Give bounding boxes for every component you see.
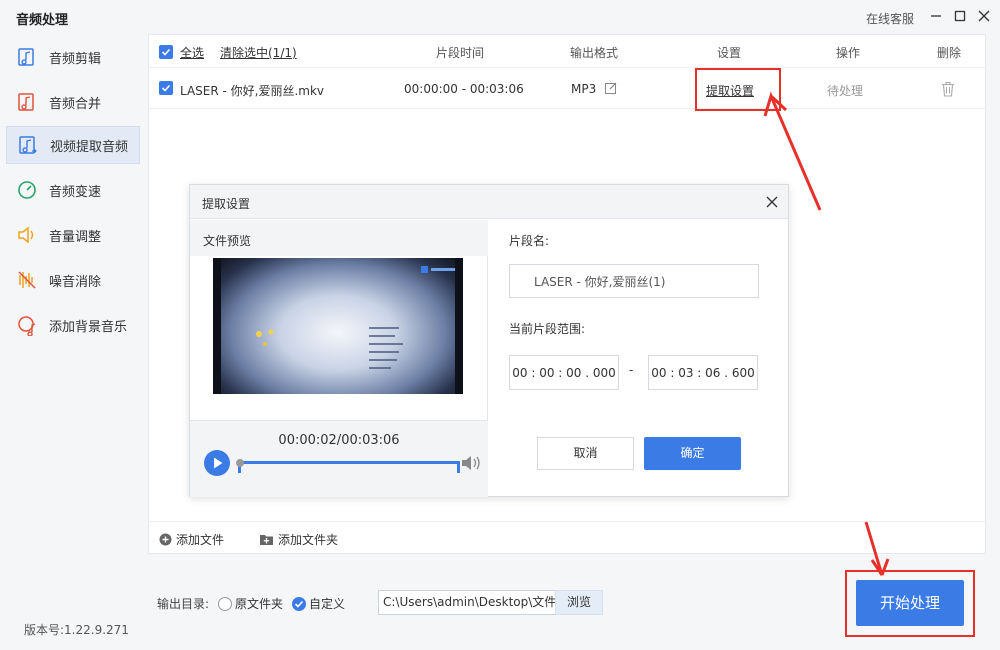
column-settings: 设置: [717, 46, 742, 60]
playback-time: 00:00:02/00:03:06: [278, 433, 400, 448]
select-all-checkbox[interactable]: [159, 45, 173, 59]
column-output-format: 输出格式: [570, 46, 619, 60]
add-bar: 添加文件 添加文件夹: [148, 521, 986, 554]
start-process-button[interactable]: 开始处理: [856, 580, 964, 626]
audio-cut-icon: [15, 45, 39, 69]
row-checkbox[interactable]: [159, 81, 173, 95]
preview-panel: 文件预览 00:00:02/00:03:06: [190, 220, 488, 497]
file-name: LASER - 你好,爱丽丝.mkv: [180, 84, 325, 98]
close-icon[interactable]: [976, 8, 992, 24]
extract-settings-dialog: 提取设置 文件预览 00:00:02/00:03:06 片段名: LASER -…: [189, 184, 789, 497]
music-note-icon: [15, 313, 39, 337]
player-bar: 00:00:02/00:03:06: [190, 420, 488, 497]
video-overlay-lines: [369, 327, 403, 369]
minimize-icon[interactable]: [928, 8, 944, 24]
table-row: LASER - 你好,爱丽丝.mkv 00:00:00 - 00:03:06 M…: [149, 69, 985, 109]
column-delete: 删除: [937, 46, 962, 60]
sidebar-item-audio-merge[interactable]: 音频合并: [6, 83, 140, 121]
radio-custom-folder[interactable]: 自定义: [292, 595, 345, 612]
preview-label: 文件预览: [190, 220, 488, 256]
sidebar-item-audio-speed[interactable]: 音频变速: [6, 171, 140, 209]
volume-icon: [15, 223, 39, 247]
sidebar-item-video-extract-audio[interactable]: 视频提取音频: [6, 126, 140, 164]
add-folder-button[interactable]: 添加文件夹: [259, 531, 338, 548]
output-dir-label: 输出目录:: [157, 597, 210, 611]
noise-icon: [15, 268, 39, 292]
radio-dot-checked: [292, 596, 306, 611]
status-text: 待处理: [827, 84, 864, 98]
version-label: 版本号:1.22.9.271: [24, 623, 129, 637]
video-extract-audio-icon: [16, 133, 40, 157]
dialog-header: 提取设置: [190, 185, 788, 219]
cancel-button[interactable]: 取消: [537, 437, 634, 470]
progress-track[interactable]: [238, 461, 460, 464]
play-button[interactable]: [204, 450, 230, 476]
column-segment-time: 片段时间: [436, 46, 485, 60]
play-icon: [214, 457, 223, 469]
radio-original-folder[interactable]: 原文件夹: [218, 595, 283, 612]
range-start-input[interactable]: [509, 355, 619, 390]
speed-icon: [15, 178, 39, 202]
sidebar-item-noise-removal[interactable]: 噪音消除: [6, 261, 140, 299]
sidebar-item-volume-adjust[interactable]: 音量调整: [6, 216, 140, 254]
sidebar: 音频剪辑 音频合并 视频提取音频 音频变速 音量调整 噪音消除 添加背景音乐 版…: [0, 34, 142, 650]
column-action: 操作: [836, 46, 861, 60]
folder-plus-icon: [260, 535, 273, 545]
edit-icon[interactable]: [604, 81, 618, 95]
audio-merge-icon: [15, 90, 39, 114]
confirm-button[interactable]: 确定: [644, 437, 741, 470]
range-separator: -: [629, 363, 634, 377]
trash-icon[interactable]: [941, 81, 955, 97]
online-service-link[interactable]: 在线客服: [866, 10, 914, 27]
output-format: MP3: [571, 82, 597, 96]
dialog-close-icon[interactable]: [766, 196, 778, 208]
video-watermark: [421, 266, 455, 273]
sidebar-item-add-bgm[interactable]: 添加背景音乐: [6, 306, 140, 344]
radio-dot: [218, 596, 232, 611]
segment-settings-panel: 片段名: 当前片段范围: - 取消 确定: [489, 220, 788, 497]
segment-time: 00:00:00 - 00:03:06: [404, 82, 524, 96]
segment-range-label: 当前片段范围:: [509, 322, 586, 336]
browse-button[interactable]: 浏览: [555, 590, 603, 615]
add-file-button[interactable]: 添加文件: [159, 531, 224, 548]
speaker-icon[interactable]: [460, 452, 484, 474]
maximize-icon[interactable]: [952, 8, 968, 24]
title-bar: 音频处理 在线客服: [0, 0, 1000, 34]
table-header: 全选 清除选中(1/1) 片段时间 输出格式 设置 操作 删除: [149, 35, 985, 68]
range-end-input[interactable]: [648, 355, 758, 390]
playhead-handle[interactable]: [236, 459, 244, 467]
segment-name-input[interactable]: [509, 264, 759, 298]
dialog-title: 提取设置: [202, 197, 251, 211]
segment-name-label: 片段名:: [509, 234, 550, 248]
select-all-link[interactable]: 全选: [180, 44, 204, 61]
settings-highlight-frame: [695, 68, 781, 111]
video-light-spots: [256, 329, 274, 346]
video-frame: [221, 258, 455, 394]
plus-circle-icon: [159, 533, 172, 546]
app-title: 音频处理: [16, 13, 69, 28]
clear-selected-link[interactable]: 清除选中(1/1): [220, 44, 297, 61]
sidebar-item-audio-cut[interactable]: 音频剪辑: [6, 38, 140, 76]
output-path-input[interactable]: C:\Users\admin\Desktop\文件: [378, 590, 556, 615]
video-preview: [213, 258, 463, 394]
